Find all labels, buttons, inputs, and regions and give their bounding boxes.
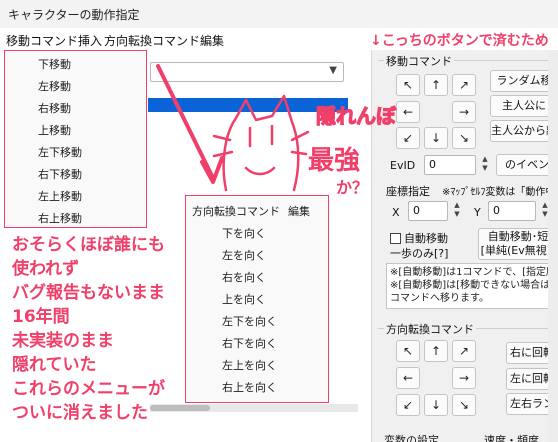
y-label: Y <box>474 206 481 219</box>
face-downleft-button[interactable]: ↙ <box>396 394 420 416</box>
message-line: これらのメニューが <box>12 379 165 399</box>
face-upleft-button[interactable]: ↖ <box>396 340 420 362</box>
right-panel-scrollbar[interactable] <box>548 50 558 442</box>
dir-menu-header[interactable]: 方向転換コマンド <box>192 203 280 219</box>
face-down-button[interactable]: ↓ <box>424 394 448 416</box>
face-upright-button[interactable]: ↗ <box>452 340 476 362</box>
info-text: ※[自動移動]は1コマンドで、[指定座 ※[自動移動]は[移動できない場合は コ… <box>386 263 558 309</box>
menu-item-face-upright[interactable]: 右上を向く <box>222 379 277 395</box>
hidden-annotation-3: か？ <box>336 178 369 197</box>
dir-menu-edit[interactable]: 編集 <box>288 203 310 219</box>
info-line-2: ※[自動移動]は[移動できない場合は <box>390 280 551 291</box>
message-line: バグ報告もないまま <box>12 283 165 303</box>
move-group-label: 移動コマンド <box>384 53 454 69</box>
move-down-button[interactable]: ↓ <box>424 127 448 149</box>
window-title: キャラクターの動作指定 <box>8 8 140 22</box>
message-line: おそらくほぼ誰にも <box>12 235 165 255</box>
menu-direction-change[interactable]: 方向転換コマンド <box>104 32 200 49</box>
auto-move-short-line1: 自動移動･短 <box>487 230 549 243</box>
hidden-annotation-2: 最強 <box>308 146 361 176</box>
move-downright-button[interactable]: ↘ <box>452 127 476 149</box>
direction-command-menu: 方向転換コマンド 編集 下を向く 左を向く 右を向く 上を向く 左下を向く 右下… <box>185 195 329 403</box>
y-input[interactable]: 0 <box>488 201 536 221</box>
chevron-down-icon: ▼ <box>329 65 337 76</box>
dir-group-label: 方向転換コマンド <box>384 321 476 337</box>
x-stepper[interactable]: ▲ ▼ <box>450 201 464 221</box>
menu-item-move-upleft[interactable]: 左上移動 <box>38 188 82 204</box>
evid-label: EvID <box>390 159 416 172</box>
message-line: 使われず <box>12 259 80 279</box>
menu-item-move-right[interactable]: 右移動 <box>38 100 71 116</box>
face-up-button[interactable]: ↑ <box>424 340 448 362</box>
scrollbar-thumb[interactable] <box>150 405 210 411</box>
menu-item-move-downright[interactable]: 右下移動 <box>38 166 82 182</box>
menu-item-face-down[interactable]: 下を向く <box>222 225 266 241</box>
move-left-button[interactable]: ← <box>396 101 420 123</box>
message-line: ついに消えました <box>12 403 148 423</box>
menu-item-face-right[interactable]: 右を向く <box>222 269 266 285</box>
coord-label: 座標指定 <box>386 185 430 198</box>
move-right-button[interactable]: → <box>452 101 476 123</box>
x-label: X <box>392 206 400 219</box>
menu-item-move-down[interactable]: 下移動 <box>38 56 71 72</box>
x-input[interactable]: 0 <box>408 201 448 221</box>
auto-move-short-line2: [単純(Ev無視)] <box>480 244 556 257</box>
face-downright-button[interactable]: ↘ <box>452 394 476 416</box>
target-select[interactable]: ▼ <box>150 62 344 82</box>
evid-input[interactable]: 0 <box>424 155 476 175</box>
face-left-button[interactable]: ← <box>396 367 420 389</box>
auto-move-short-button[interactable]: 自動移動･短 [単純(Ev無視)] <box>478 228 558 260</box>
horizontal-scrollbar[interactable] <box>150 404 358 412</box>
menu-item-face-downleft[interactable]: 左下を向く <box>222 313 277 329</box>
menu-item-move-left[interactable]: 左移動 <box>38 78 71 94</box>
auto-move-checkbox[interactable] <box>390 233 401 244</box>
message-line: 16年間 <box>12 307 70 327</box>
evid-stepper[interactable]: ▲ ▼ <box>478 155 492 175</box>
move-up-button[interactable]: ↑ <box>424 74 448 96</box>
menu-item-face-upleft[interactable]: 左上を向く <box>222 357 277 373</box>
one-step-label: 一歩のみ[?] <box>390 247 449 260</box>
info-line-3: コマンドへ移ります。 <box>390 293 489 304</box>
top-annotation: ↓こっちのボタンで済むため <box>370 33 549 49</box>
menu-move-insert[interactable]: 移動コマンド挿入 <box>6 32 102 49</box>
move-command-menu: 下移動 左移動 右移動 上移動 左下移動 右下移動 左上移動 右上移動 <box>4 50 147 228</box>
message-line: 隠れていた <box>12 355 97 375</box>
message-line: 未実装のまま <box>12 331 114 351</box>
face-right-button[interactable]: → <box>452 367 476 389</box>
menu-edit[interactable]: 編集 <box>200 32 224 49</box>
menu-item-face-downright[interactable]: 右下を向く <box>222 335 277 351</box>
menu-item-move-up[interactable]: 上移動 <box>38 122 71 138</box>
var-group-label: 変数の設定 <box>384 434 439 442</box>
title-bar: キャラクターの動作指定 <box>0 0 558 28</box>
coord-note: ※ﾏｯﾌﾟｾﾙﾌ変数は「動作中 <box>442 187 556 198</box>
menu-item-move-downleft[interactable]: 左下移動 <box>38 144 82 160</box>
move-upright-button[interactable]: ↗ <box>452 74 476 96</box>
auto-move-label: 自動移動 <box>404 232 448 245</box>
speed-group-label: 速度・頻度 <box>484 434 539 442</box>
move-downleft-button[interactable]: ↙ <box>396 127 420 149</box>
menu-item-face-up[interactable]: 上を向く <box>222 291 266 307</box>
menu-item-face-left[interactable]: 左を向く <box>222 247 266 263</box>
move-upleft-button[interactable]: ↖ <box>396 74 420 96</box>
menu-item-move-upright[interactable]: 右上移動 <box>38 210 82 226</box>
hidden-annotation-1: 隠れんぼ <box>315 103 396 128</box>
info-line-1: ※[自動移動]は1コマンドで、[指定座 <box>390 267 557 278</box>
